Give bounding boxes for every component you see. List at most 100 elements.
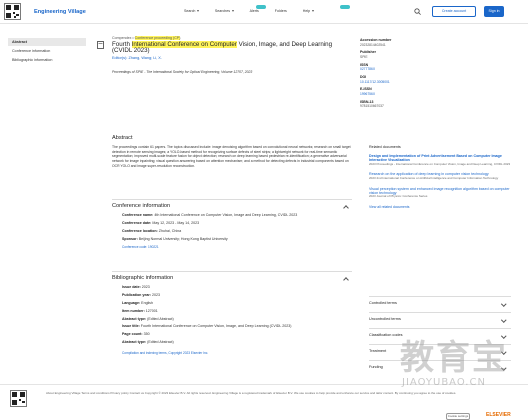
bibliographic-field-label: Item number: — [122, 308, 146, 313]
bibliographic-information-section: Bibliographic information Issue date: 20… — [112, 271, 352, 355]
top-nav-label: Help — [302, 9, 311, 13]
top-nav-alerts[interactable]: Alerts — [250, 9, 259, 14]
accordion-classification-codes[interactable]: Classification codes — [369, 328, 511, 341]
bibliographic-field-row: Issue title: Fourth International Confer… — [122, 324, 352, 328]
brand-name[interactable]: Engineering Village — [34, 9, 86, 16]
bibliographic-field-row: Page count: 350 — [122, 332, 352, 336]
related-document-source: 2023 Proceedings - International Confere… — [369, 161, 511, 166]
accordion-controlled-terms[interactable]: Controlled terms — [369, 296, 511, 309]
view-all-related-link[interactable]: View all related documents — [369, 205, 511, 209]
related-document-source: 2023 2nd International Conference on Art… — [369, 175, 499, 180]
bibliographic-field-label: Abstract type: — [122, 316, 148, 321]
bibliographic-field-value: 2023 — [141, 285, 150, 289]
top-nav-label: Folders — [274, 9, 287, 13]
bibliographic-field-label: Issue date: — [122, 285, 142, 289]
conference-information-heading: Conference information — [112, 203, 171, 209]
bibliographic-information-header[interactable]: Bibliographic information — [112, 272, 352, 285]
bibliographic-field-row: Language: English — [122, 301, 352, 305]
metadata-value: 9781510667037 — [360, 104, 384, 109]
nav-item-conference-information[interactable]: Conference information — [8, 47, 86, 55]
accordion-label: Controlled terms — [369, 301, 397, 305]
document-icon — [97, 41, 104, 49]
related-document: Design and Implementation of Print Adver… — [369, 154, 511, 167]
chevron-down-icon — [196, 10, 199, 13]
bibliographic-field-row: Issue date: 2023 — [122, 285, 352, 289]
top-nav-folders[interactable]: Folders — [275, 9, 287, 14]
metadata-value[interactable]: 10.1117/12.3005001 — [360, 80, 430, 84]
top-navigation: Search Searches Alerts Folders Help — [184, 9, 330, 14]
bibliographic-field-row: Publication year: 2023 — [122, 293, 352, 297]
new-badge — [340, 5, 350, 9]
top-nav-search[interactable]: Search — [184, 9, 199, 14]
top-nav-label: Searches — [214, 9, 231, 13]
top-bar: Engineering Village Search Searches Alerts… — [0, 0, 528, 24]
bibliographic-field-value: (Edited Abstract) — [147, 316, 174, 321]
related-documents: Related documents Design and Implementat… — [369, 145, 511, 210]
accordion-label: Funding — [369, 365, 383, 369]
page-footer: About Engineering Village Terms and cond… — [0, 384, 528, 420]
chevron-down-icon[interactable] — [500, 365, 506, 371]
bibliographic-field-value: 127001 — [145, 308, 158, 313]
related-documents-heading: Related documents — [369, 145, 401, 149]
metadata-value: SPIE — [360, 54, 368, 59]
nav-item-bibliographic-information[interactable]: Bibliographic information — [8, 57, 86, 65]
document-type: Conference proceeding (CP) — [134, 36, 181, 40]
accordion-label: Uncontrolled terms — [369, 317, 401, 321]
search-icon[interactable] — [414, 8, 421, 15]
conference-field-label: Sponsor: — [122, 236, 139, 241]
abstract-heading: Abstract — [112, 135, 133, 141]
document-title: Fourth International Conference on Compu… — [112, 40, 352, 56]
conference-field-value: Beijing Normal University; Hong Kong Bap… — [138, 236, 228, 241]
bibliographic-field-label: Publication year: — [122, 292, 152, 297]
section-navigation: Abstract Conference information Bibliogr… — [8, 38, 86, 66]
bibliographic-field-value: Fourth International Conference on Compu… — [140, 324, 292, 329]
conference-field-row: Sponsor: Beijing Normal University; Hong… — [122, 237, 352, 241]
editors-link[interactable]: Editor(s): Zhang, Wang; Li, X. — [112, 56, 352, 61]
copyright-note: Compilation and indexing terms, Copyrigh… — [122, 350, 209, 355]
bibliographic-field-label: Abstract type: — [122, 340, 148, 345]
conference-field-value: Zhuhai, China — [158, 228, 182, 233]
conference-field-value: May 12, 2023 - May 14, 2023 — [152, 220, 200, 225]
chevron-down-icon[interactable] — [500, 301, 506, 307]
bibliographic-field-label: Issue title: — [122, 324, 141, 329]
metadata-value: 20232814402541 — [360, 42, 386, 47]
chevron-up-icon[interactable] — [343, 277, 349, 283]
watermark-chinese: 教育宝 — [400, 338, 508, 378]
top-nav-help[interactable]: Help — [303, 9, 314, 14]
chevron-down-icon[interactable] — [500, 333, 506, 339]
metadata-value[interactable]: 1996756X — [360, 92, 430, 96]
conference-field-value: 4th International Conference on Computer… — [154, 213, 298, 217]
create-account-button[interactable]: Create account — [432, 6, 476, 17]
engineering-village-logo[interactable] — [4, 3, 21, 20]
accordion-uncontrolled-terms[interactable]: Uncontrolled terms — [369, 312, 511, 325]
footer-logo[interactable] — [10, 390, 27, 407]
bibliographic-field-row: Item number: 127001 — [122, 309, 352, 313]
cookie-settings-button[interactable]: Cookie settings — [446, 413, 470, 420]
bibliographic-field-label: Language: — [122, 300, 142, 305]
chevron-down-icon[interactable] — [500, 317, 506, 323]
nav-item-abstract[interactable]: Abstract — [8, 38, 86, 46]
abstract-text: The proceedings contain 61 papers. The t… — [112, 145, 351, 168]
footer-text: About Engineering Village Terms and cond… — [46, 391, 457, 395]
conference-information-header[interactable]: Conference information — [112, 200, 352, 213]
chevron-down-icon[interactable] — [500, 349, 506, 355]
bibliographic-field-value: 350 — [143, 332, 150, 337]
bibliographic-field-value: 2023 — [151, 292, 160, 297]
metadata-value[interactable]: 0277786X — [360, 67, 430, 71]
chevron-down-icon — [231, 10, 234, 13]
top-nav-searches[interactable]: Searches — [215, 9, 234, 14]
conference-field-label: Conference date: — [122, 220, 153, 225]
related-document: Visual perception system and enhanced im… — [369, 187, 511, 200]
bibliographic-field-value: English — [141, 300, 153, 305]
sign-in-button[interactable]: Sign in — [484, 6, 504, 17]
database-name: Compendex — [112, 36, 132, 40]
accordion-label: Treatment — [369, 349, 387, 353]
accordion-label: Classification codes — [369, 333, 403, 337]
top-nav-label: Alerts — [249, 9, 259, 13]
chevron-up-icon[interactable] — [343, 205, 349, 211]
bibliographic-field-label: Page count: — [122, 332, 144, 337]
document-metadata: Accession number 20232814402541 Publisher S… — [360, 38, 430, 112]
elsevier-logo[interactable]: ELSEVIER — [486, 412, 511, 419]
accordion-funding[interactable]: Funding — [369, 360, 511, 373]
accordion-treatment[interactable]: Treatment — [369, 344, 511, 357]
